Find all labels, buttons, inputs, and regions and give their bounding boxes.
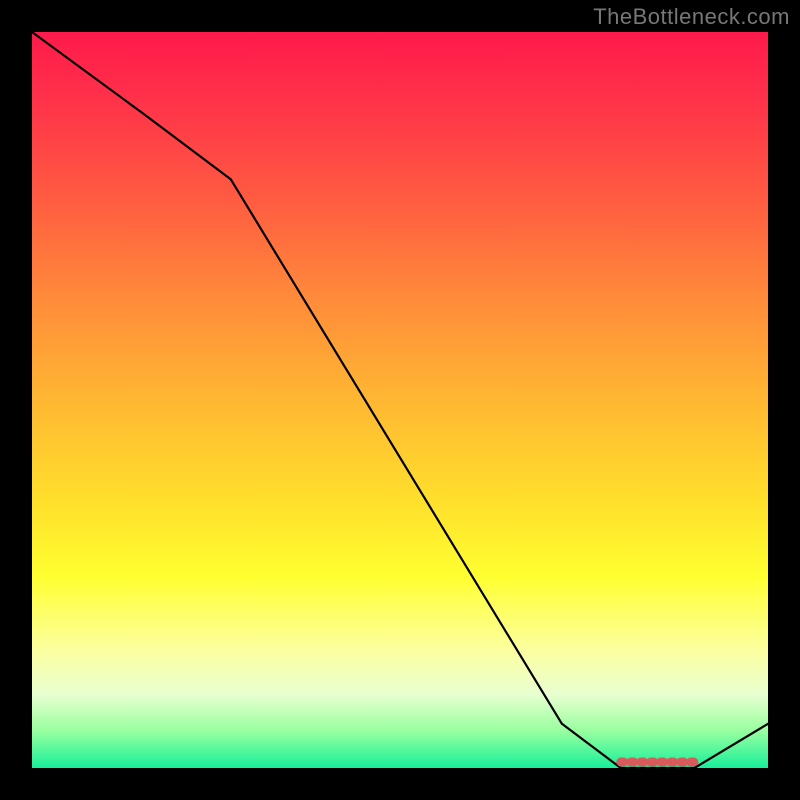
attribution-text: TheBottleneck.com	[593, 4, 790, 30]
bottleneck-curve-line	[32, 32, 768, 768]
chart-frame: TheBottleneck.com	[0, 0, 800, 800]
plot-area	[32, 32, 768, 768]
chart-overlay	[32, 32, 768, 768]
